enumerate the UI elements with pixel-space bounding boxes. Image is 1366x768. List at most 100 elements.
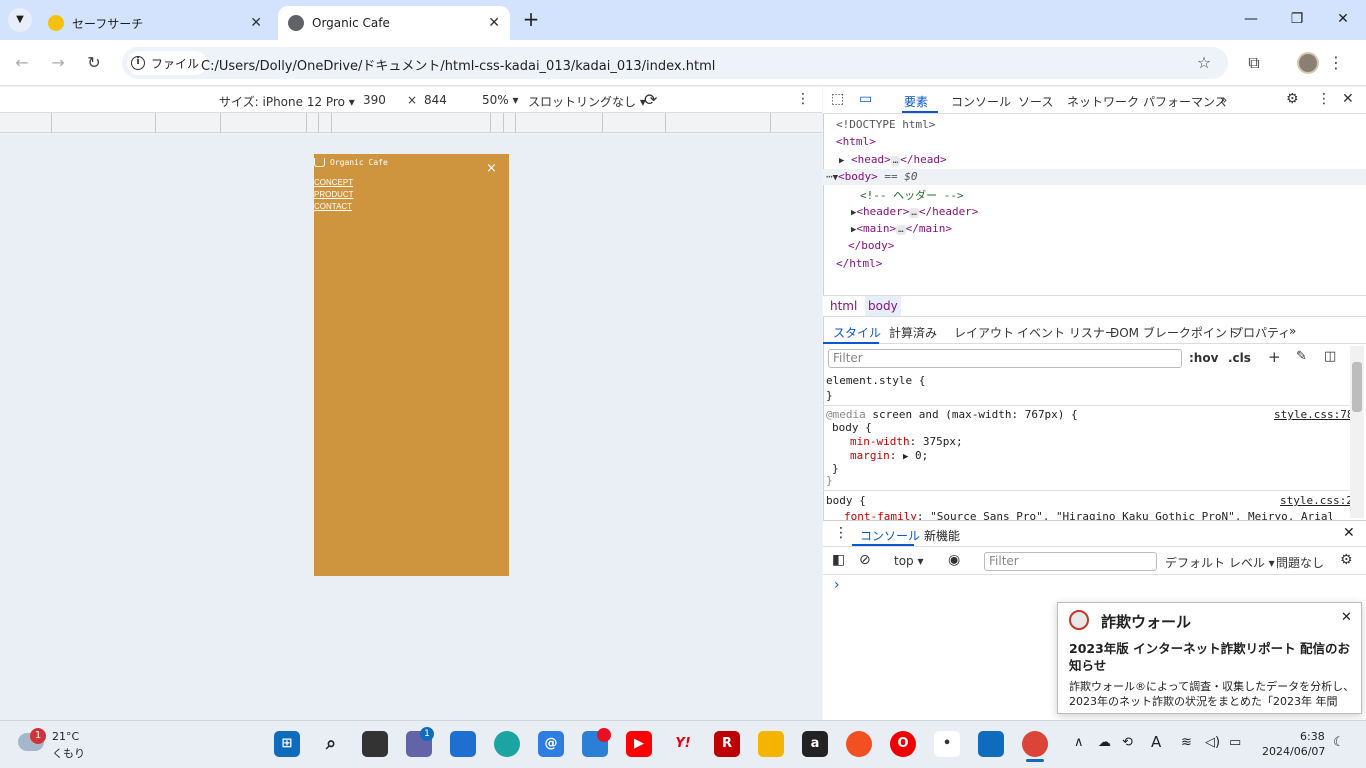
onedrive-cloud-icon[interactable]: ☁ [1098, 735, 1111, 750]
forward-arrow-icon[interactable]: → [46, 51, 70, 75]
context-select[interactable]: top ▾ [894, 554, 924, 568]
windows-start-icon[interactable]: ⊞ [274, 731, 300, 757]
tab-elements[interactable]: 要素 [904, 93, 928, 110]
search-icon[interactable]: ⌕ [318, 731, 344, 757]
drawer-close-icon[interactable]: ✕ [1343, 525, 1355, 541]
nav-link-contact[interactable]: CONTACT [314, 202, 352, 211]
device-menu-kebab-icon[interactable]: ⋮ [796, 91, 810, 107]
tab-network[interactable]: ネットワーク [1067, 93, 1139, 110]
weather-condition[interactable]: くもり [52, 745, 85, 761]
styles-scrollbar-thumb[interactable] [1352, 362, 1362, 412]
app-dots-icon[interactable]: • [934, 731, 960, 757]
reload-icon[interactable]: ↻ [82, 51, 106, 75]
devtools-close-icon[interactable]: ✕ [1342, 91, 1354, 107]
dom-body-close[interactable]: </body> [848, 239, 894, 252]
wifi-icon[interactable]: ≋ [1181, 735, 1192, 750]
drawer-tab-whats-new[interactable]: 新機能 [924, 527, 960, 544]
dom-header[interactable]: ▶<header>… </header> [851, 205, 978, 218]
tab-properties[interactable]: プロパティ [1231, 324, 1290, 341]
tab-organic-cafe[interactable]: Organic Cafe ✕ [278, 6, 510, 40]
breadcrumb-body[interactable]: body [863, 299, 903, 313]
console-sidebar-icon[interactable]: ◧ [832, 552, 845, 568]
store-icon[interactable] [450, 731, 476, 757]
bookmark-star-icon[interactable]: ☆ [1192, 51, 1216, 75]
youtube-icon[interactable]: ▶ [626, 731, 652, 757]
chrome-icon[interactable] [1022, 731, 1048, 757]
ime-indicator[interactable]: A [1151, 733, 1161, 751]
tab-console[interactable]: コンソール [951, 93, 1011, 110]
battery-icon[interactable]: ▭ [1229, 735, 1241, 750]
body-selector[interactable]: body { [832, 421, 872, 434]
sync-icon[interactable]: ⟲ [1122, 735, 1133, 750]
height-input[interactable]: 844 [424, 93, 447, 107]
min-width-declaration[interactable]: min-width: 375px; [850, 435, 963, 448]
throttling-select[interactable]: スロットリングなし ▾ [528, 93, 646, 110]
issues-counter[interactable]: 問題なし [1276, 554, 1324, 571]
weather-temp[interactable]: 21°C [52, 730, 79, 743]
edge-icon[interactable] [494, 731, 520, 757]
nav-link-concept[interactable]: CONCEPT [314, 178, 353, 187]
tray-overflow-chevron-icon[interactable]: ∧ [1074, 735, 1084, 750]
tab-close-icon[interactable]: ✕ [488, 15, 500, 31]
menu-close-icon[interactable]: × [486, 162, 497, 176]
notification-moon-icon[interactable]: ☾ [1333, 735, 1345, 750]
dom-html-close[interactable]: </html> [836, 257, 882, 270]
nav-link-product[interactable]: PRODUCT [314, 190, 354, 199]
dom-body[interactable]: ⋯▼<body> == $0 [826, 170, 918, 183]
element-style-rule[interactable]: element.style { [826, 374, 925, 387]
drawer-menu-kebab-icon[interactable]: ⋮ [834, 525, 848, 541]
tab-search-button[interactable]: ▼ [8, 8, 32, 32]
notepad-icon[interactable] [978, 731, 1004, 757]
extensions-icon[interactable]: ⧉ [1242, 51, 1266, 75]
dom-html[interactable]: <html> [836, 135, 876, 148]
volume-icon[interactable]: ◁) [1205, 735, 1220, 750]
dom-main[interactable]: ▶<main>… </main> [851, 222, 952, 235]
amazon-icon[interactable]: a [802, 731, 828, 757]
tab-close-icon[interactable]: ✕ [250, 15, 262, 31]
breadcrumb-html[interactable]: html [825, 299, 862, 313]
dom-head[interactable]: ▶ <head>… </head> [839, 153, 947, 166]
console-filter-input[interactable]: Filter [984, 552, 1157, 571]
window-close-button[interactable]: ✕ [1328, 8, 1358, 30]
live-expression-eye-icon[interactable]: ◉ [948, 552, 960, 568]
paint-brush-icon[interactable]: ✎ [1296, 349, 1307, 364]
app-icon[interactable] [846, 731, 872, 757]
body-selector-2[interactable]: body { [826, 494, 866, 507]
opera-icon[interactable]: O [890, 731, 916, 757]
sidebar-toggle-icon[interactable]: ◫ [1324, 349, 1336, 364]
more-style-tabs-icon[interactable]: » [1289, 324, 1296, 338]
site-info-chip[interactable]: i ファイル [127, 51, 208, 75]
minimize-button[interactable]: — [1236, 8, 1266, 30]
clock-date[interactable]: 2024/06/07 [1262, 745, 1325, 758]
yahoo-icon[interactable]: Y! [670, 731, 696, 757]
dom-doctype[interactable]: <!DOCTYPE html> [836, 118, 935, 131]
device-select[interactable]: サイズ: iPhone 12 Pro ▾ [219, 93, 355, 110]
devtools-menu-kebab-icon[interactable]: ⋮ [1317, 91, 1331, 107]
tab-performance[interactable]: パフォーマンス [1143, 93, 1227, 110]
profile-avatar[interactable] [1297, 52, 1319, 74]
drawer-tab-console[interactable]: コンソール [860, 527, 920, 544]
width-input[interactable]: 390 [363, 93, 386, 107]
tab-sources[interactable]: ソース [1018, 93, 1053, 110]
tab-dom-breakpoints[interactable]: DOM ブレークポイント [1110, 324, 1239, 341]
tab-computed[interactable]: 計算済み [889, 324, 937, 341]
settings-gear-icon[interactable]: ⚙ [1286, 91, 1299, 107]
menu-kebab-icon[interactable]: ⋮ [1324, 51, 1348, 75]
inspect-element-icon[interactable]: ⬚ [831, 91, 844, 107]
tab-safesearch[interactable]: セーフサーチ ✕ [38, 6, 272, 40]
tab-layout[interactable]: レイアウト [954, 324, 1014, 341]
rakuten-icon[interactable]: R [714, 731, 740, 757]
log-level-select[interactable]: デフォルト レベル ▾ [1165, 554, 1275, 571]
console-prompt[interactable]: › [834, 577, 840, 593]
body-rule-source-link[interactable]: style.css:2 [1280, 494, 1353, 507]
back-arrow-icon[interactable]: ← [10, 51, 34, 75]
cls-toggle[interactable]: .cls [1228, 351, 1251, 365]
dom-comment[interactable]: <!-- ヘッダー --> [860, 187, 964, 203]
more-tabs-icon[interactable]: » [1220, 93, 1227, 107]
new-tab-button[interactable]: + [520, 8, 542, 30]
zoom-select[interactable]: 50% ▾ [482, 93, 519, 107]
rotate-icon[interactable]: ⟳ [644, 90, 657, 109]
media-query-ruler[interactable] [0, 113, 822, 133]
console-settings-gear-icon[interactable]: ⚙ [1340, 552, 1353, 568]
hov-toggle[interactable]: :hov [1189, 351, 1218, 365]
